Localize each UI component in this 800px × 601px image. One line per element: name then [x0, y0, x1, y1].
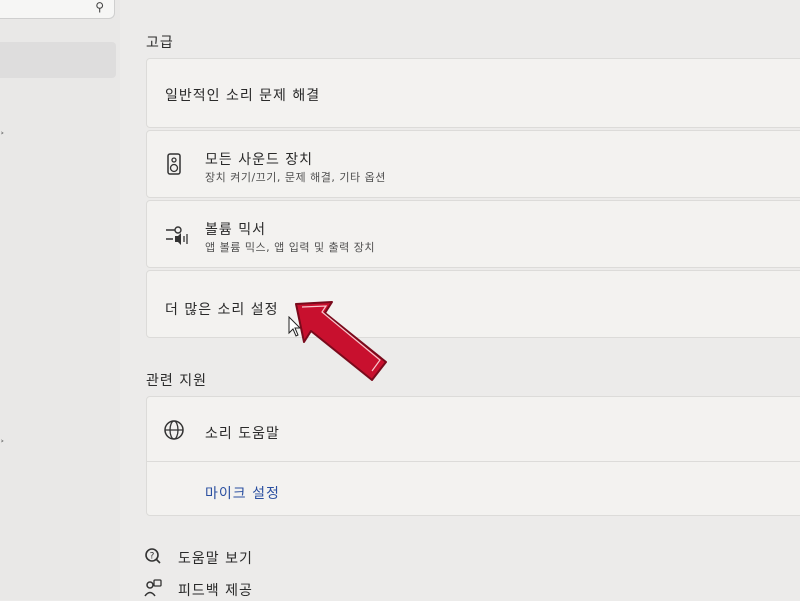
all-sound-devices-subtitle: 장치 켜기/끄기, 문제 해결, 기타 옵션 [205, 171, 386, 184]
all-sound-devices-card[interactable]: 모든 사운드 장치 장치 켜기/끄기, 문제 해결, 기타 옵션 [146, 130, 800, 198]
sidebar-item-fragment[interactable]: ˃ [0, 132, 6, 142]
section-title-advanced: 고급 [146, 35, 174, 51]
more-sound-settings-label: 더 많은 소리 설정 [165, 302, 279, 318]
troubleshoot-label: 일반적인 소리 문제 해결 [165, 88, 321, 104]
speaker-icon [167, 153, 181, 179]
search-icon[interactable]: ⚲ [95, 0, 104, 14]
more-sound-settings-card[interactable]: 더 많은 소리 설정 [146, 270, 800, 338]
mic-settings-link[interactable]: 마이크 설정 [205, 483, 280, 503]
svg-text:?: ? [150, 552, 155, 562]
troubleshoot-card[interactable]: 일반적인 소리 문제 해결 [146, 58, 800, 128]
help-icon: ? [144, 547, 162, 569]
sidebar-item-selected[interactable] [0, 42, 116, 78]
sidebar: ⚲ ˃ ˃ [0, 0, 120, 600]
feedback-icon [144, 579, 162, 601]
related-support-card: 소리 도움말 마이크 설정 [146, 396, 800, 516]
get-help-link[interactable]: 도움말 보기 [178, 548, 253, 568]
main-content: 고급 일반적인 소리 문제 해결 모든 사운드 장치 장치 켜기/끄기, 문제 … [130, 0, 800, 600]
mixer-icon [165, 225, 189, 249]
all-sound-devices-title: 모든 사운드 장치 [205, 152, 314, 168]
sound-help-link[interactable]: 소리 도움말 [205, 423, 280, 443]
red-arrow-annotation-icon [295, 301, 387, 381]
globe-icon [163, 419, 185, 445]
volume-mixer-subtitle: 앱 볼륨 믹스, 앱 입력 및 출력 장치 [205, 241, 376, 254]
volume-mixer-title: 볼륨 믹서 [205, 222, 266, 238]
sidebar-item-fragment[interactable]: ˃ [0, 440, 6, 450]
search-input[interactable]: ⚲ [0, 0, 115, 19]
section-title-related: 관련 지원 [146, 373, 207, 389]
volume-mixer-card[interactable]: 볼륨 믹서 앱 볼륨 믹스, 앱 입력 및 출력 장치 [146, 200, 800, 268]
feedback-link[interactable]: 피드백 제공 [178, 580, 253, 600]
divider [147, 461, 800, 462]
